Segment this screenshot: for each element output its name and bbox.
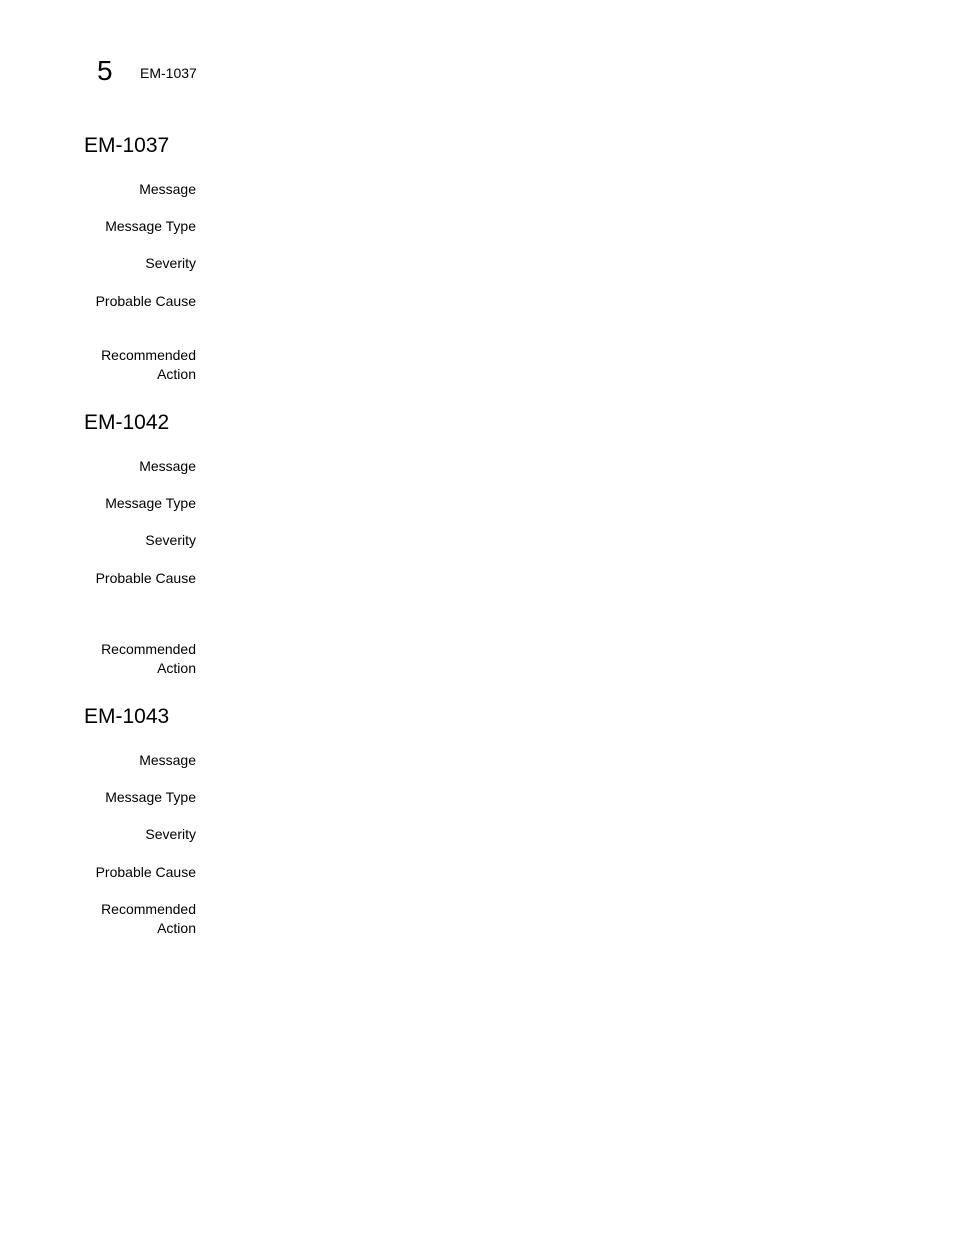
field-label: Probable Cause [95, 864, 196, 880]
field-label: Recommended Action [84, 346, 196, 383]
field-label: Message Type [105, 789, 196, 805]
chapter-number: 5 [97, 55, 113, 86]
field-label: Message [139, 181, 196, 197]
field-label-line: Recommended [101, 641, 196, 657]
field-label: Recommended Action [84, 900, 196, 937]
field-label: Severity [145, 826, 196, 842]
section-title: EM-1043 [84, 705, 170, 728]
field-label-line: Action [157, 919, 196, 936]
section-title: EM-1037 [84, 134, 170, 157]
field-label: Severity [145, 532, 196, 548]
field-label-line: Recommended [101, 901, 196, 917]
field-label-line: Action [157, 659, 196, 676]
section-title: EM-1042 [84, 411, 170, 434]
field-label: Message Type [105, 495, 196, 511]
field-label: Probable Cause [95, 293, 196, 309]
field-label-line: Action [157, 365, 196, 382]
field-label: Probable Cause [95, 570, 196, 586]
field-label: Severity [145, 255, 196, 271]
running-title: EM-1037 [140, 65, 197, 81]
field-label: Message Type [105, 218, 196, 234]
field-label: Recommended Action [84, 640, 196, 677]
field-label: Message [139, 752, 196, 768]
field-label-line: Recommended [101, 347, 196, 363]
field-label: Message [139, 458, 196, 474]
